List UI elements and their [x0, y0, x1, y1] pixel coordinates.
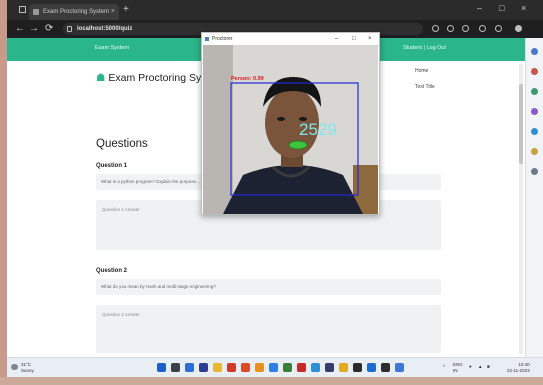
question-1-label: Question 1: [96, 163, 128, 169]
questions-heading: Questions: [96, 138, 148, 150]
video-close-button[interactable]: ×: [368, 33, 372, 45]
file-explorer-icon[interactable]: [213, 363, 222, 372]
lock-icon: [67, 26, 72, 32]
video-maximize-button[interactable]: □: [352, 33, 356, 45]
widgets-icon[interactable]: [199, 363, 208, 372]
pycharm-icon[interactable]: [283, 363, 292, 372]
page-brand: ☗ Exam Proctoring Syste: [96, 72, 215, 84]
windows-taskbar: 31°C Sunny ^ ENG IN ● ▲ ■ 10:40 22-11-20…: [7, 357, 543, 377]
settings-icon[interactable]: [495, 25, 502, 32]
extensions-icon[interactable]: [432, 25, 439, 32]
reload-button[interactable]: ⟳: [45, 22, 53, 36]
browser-tab[interactable]: Exam Proctoring System ×: [29, 4, 119, 20]
vscode-icon[interactable]: [311, 363, 320, 372]
python-app-icon[interactable]: [381, 363, 390, 372]
question-1-text: What is a python program? Explain the pu…: [101, 179, 200, 184]
question-2-text: What do you mean by Hash and multi-stage…: [101, 284, 216, 289]
tab-title: Exam Proctoring System: [43, 9, 110, 15]
window-menu-icon[interactable]: [19, 6, 26, 13]
video-window-title: Proctorer: [212, 36, 233, 42]
browser-sidebar: [525, 38, 543, 357]
camera-app-icon[interactable]: [353, 363, 362, 372]
edge-icon[interactable]: [269, 363, 278, 372]
mail-icon[interactable]: [367, 363, 376, 372]
new-tab-button[interactable]: +: [123, 4, 129, 16]
photo-frame-left: [0, 0, 7, 385]
photo-frame-bottom: [0, 377, 543, 385]
window-maximize-button[interactable]: □: [499, 3, 504, 13]
office-app-icon[interactable]: [227, 363, 236, 372]
proctor-video-window[interactable]: Proctorer – □ × Person: 0.99 2529: [201, 32, 380, 215]
lip-landmark-marker: [288, 140, 308, 150]
video-minimize-button[interactable]: –: [335, 33, 338, 45]
scrollbar-thumb[interactable]: [519, 84, 523, 164]
home-icon: ☗: [96, 72, 106, 84]
app-icon: [205, 37, 209, 41]
clock-date: 22-11-2023: [507, 368, 530, 373]
powerpoint-icon[interactable]: [241, 363, 250, 372]
notes-icon[interactable]: [339, 363, 348, 372]
tray-chevron-icon[interactable]: ^: [443, 364, 445, 370]
favicon-icon: [33, 9, 39, 15]
question-2-label: Question 2: [96, 268, 128, 274]
history-icon[interactable]: [479, 25, 486, 32]
store-icon[interactable]: [255, 363, 264, 372]
search-icon[interactable]: [531, 48, 538, 55]
tools-icon[interactable]: [531, 88, 538, 95]
chrome-icon[interactable]: [297, 363, 306, 372]
back-button[interactable]: ←: [15, 22, 25, 36]
address-text: localhost:5000/quiz: [77, 26, 133, 32]
window-close-button[interactable]: ×: [521, 3, 526, 13]
office-icon[interactable]: [531, 148, 538, 155]
collections-icon[interactable]: [462, 25, 469, 32]
volume-icon[interactable]: ▲: [478, 364, 482, 370]
weather-desc: Sunny: [21, 368, 34, 373]
question-2-answer-field[interactable]: Question 2 Answer: [96, 305, 441, 353]
profile-avatar[interactable]: [515, 25, 522, 32]
question-1-answer-placeholder: Question 1 Answer: [102, 207, 140, 212]
clock[interactable]: 10:40 22-11-2023: [507, 362, 530, 374]
search-taskbar-icon[interactable]: [171, 363, 180, 372]
weather-widget[interactable]: 31°C Sunny: [21, 362, 34, 374]
room-wall-left: [203, 45, 233, 214]
menu-link-test[interactable]: Test Title: [415, 84, 435, 90]
outlook-icon[interactable]: [531, 128, 538, 135]
browser-titlebar: Exam Proctoring System × + – □ ×: [7, 0, 543, 20]
person-left-eye: [277, 117, 285, 121]
window-minimize-button[interactable]: –: [477, 3, 482, 13]
add-icon[interactable]: [531, 168, 538, 175]
settings-app-icon[interactable]: [395, 363, 404, 372]
page-scrollbar[interactable]: [519, 64, 523, 354]
weather-icon[interactable]: [11, 364, 18, 370]
navbar-user-link[interactable]: Student | Log Out: [403, 45, 446, 51]
webcam-feed: Person: 0.99 2529: [203, 45, 378, 214]
question-2-answer-placeholder: Question 2 Answer: [102, 312, 140, 317]
games-icon[interactable]: [531, 108, 538, 115]
language-indicator[interactable]: ENG IN: [453, 362, 463, 374]
webcam-frame: Person: 0.99 2529: [203, 45, 378, 214]
navbar-brand-link[interactable]: Exam System: [95, 45, 129, 51]
language-region: IN: [453, 368, 458, 373]
favorites-icon[interactable]: [447, 25, 454, 32]
wifi-icon[interactable]: ●: [469, 364, 472, 370]
tab-close-icon[interactable]: ×: [111, 4, 115, 20]
menu-link-home[interactable]: Home: [415, 68, 428, 74]
frame-counter: 2529: [299, 120, 337, 139]
forward-button[interactable]: →: [29, 22, 39, 36]
task-view-icon[interactable]: [185, 363, 194, 372]
terminal-icon[interactable]: [325, 363, 334, 372]
start-icon[interactable]: [157, 363, 166, 372]
battery-icon[interactable]: ■: [487, 364, 490, 370]
shopping-icon[interactable]: [531, 68, 538, 75]
detection-label: Person: 0.99: [231, 76, 264, 82]
brand-title: Exam Proctoring Syste: [108, 72, 216, 84]
question-2-text-box: What do you mean by Hash and multi-stage…: [96, 279, 441, 295]
